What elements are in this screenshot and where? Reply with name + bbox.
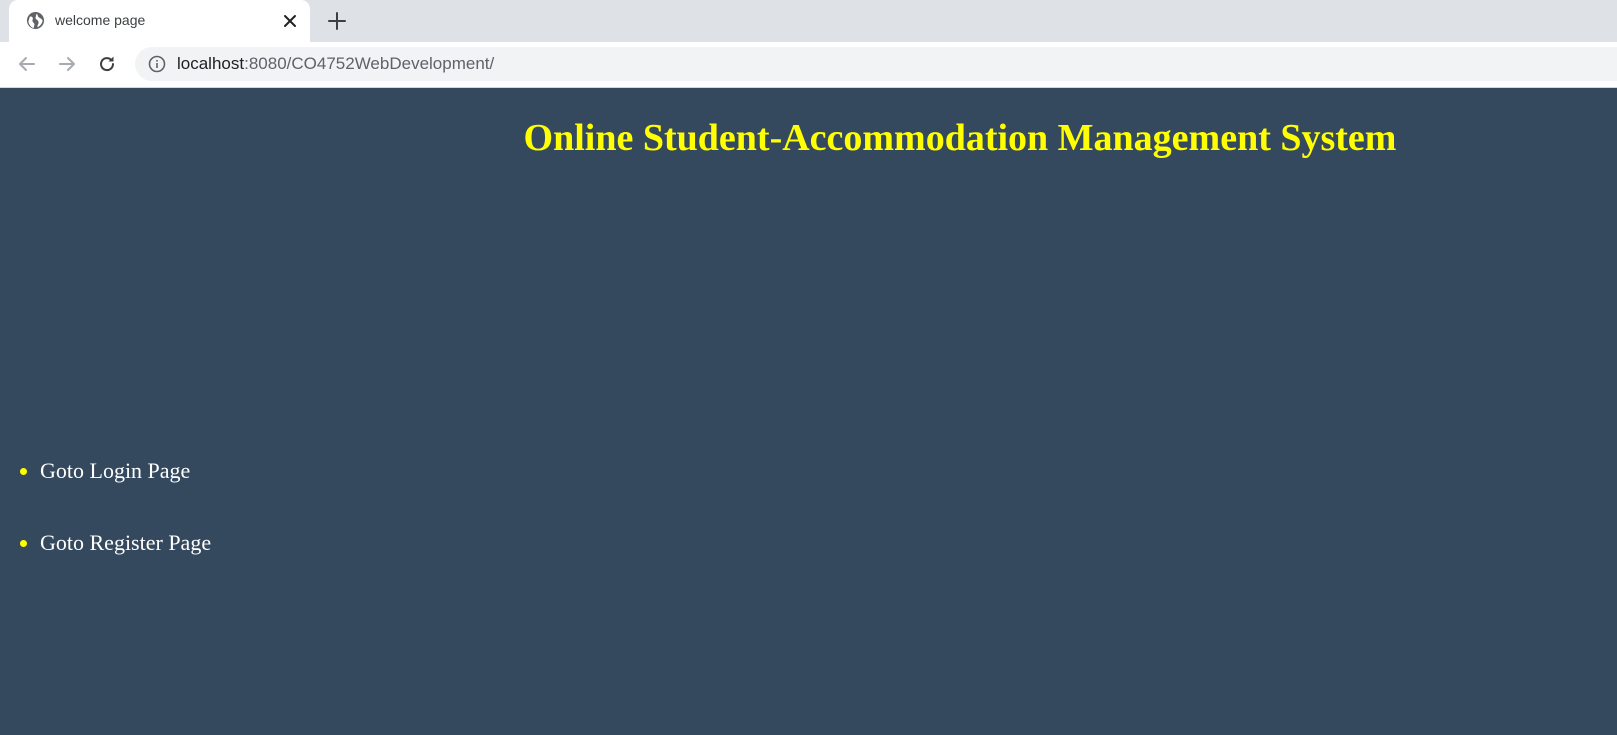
url-path: :8080/CO4752WebDevelopment/ [244, 54, 495, 73]
info-icon[interactable] [148, 55, 166, 73]
url-text[interactable]: localhost:8080/CO4752WebDevelopment/ [177, 54, 494, 74]
forward-arrow-icon[interactable] [56, 53, 78, 75]
browser-tab[interactable]: welcome page [9, 0, 310, 42]
address-bar[interactable]: localhost:8080/CO4752WebDevelopment/ [135, 47, 1617, 81]
list-item-login: Goto Login Page [40, 458, 211, 484]
tab-title: welcome page [55, 12, 146, 28]
reload-icon[interactable] [96, 53, 118, 75]
new-tab-plus-icon[interactable] [326, 10, 348, 32]
page-title: Online Student-Accommodation Management … [523, 117, 1397, 159]
globe-icon [26, 11, 45, 30]
close-icon[interactable] [280, 11, 300, 31]
browser-toolbar: localhost:8080/CO4752WebDevelopment/ [0, 42, 1617, 88]
url-host: localhost [177, 54, 245, 73]
browser-tab-strip: welcome page [0, 0, 1617, 42]
page-content: Online Student-Accommodation Management … [0, 88, 1617, 735]
register-page-link[interactable]: Goto Register Page [40, 530, 211, 555]
nav-link-list: Goto Login Page Goto Register Page [0, 458, 211, 602]
list-item-register: Goto Register Page [40, 530, 211, 556]
back-arrow-icon[interactable] [16, 53, 38, 75]
login-page-link[interactable]: Goto Login Page [40, 458, 190, 483]
